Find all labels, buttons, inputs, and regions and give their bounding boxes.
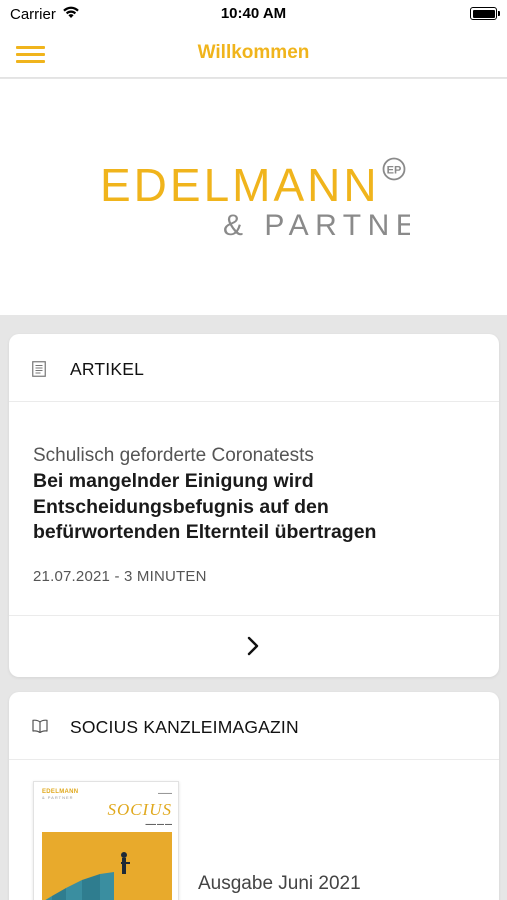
svg-text:EDELMANN: EDELMANN <box>100 159 380 211</box>
magazine-card-header: SOCIUS KANZLEIMAGAZIN <box>9 692 499 760</box>
status-bar: Carrier 10:40 AM <box>0 0 507 30</box>
navigation-bar: Willkommen <box>0 30 507 78</box>
chevron-right-icon[interactable] <box>246 636 260 656</box>
svg-text:EP: EP <box>387 165 402 177</box>
open-book-icon <box>32 719 48 733</box>
article-headline[interactable]: Bei mangelnder Einigung wird Entscheidun… <box>33 469 473 546</box>
article-list-icon <box>32 361 46 377</box>
magazine-cover[interactable]: EDELMANN & PARTNER ▬▬▬▬ SOCIUS ▬▬▬ ▬▬ ▬▬ <box>33 781 179 900</box>
cover-subtitle: ▬▬▬ ▬▬ ▬▬ <box>145 822 172 826</box>
cover-topline: ▬▬▬▬ <box>158 791 172 795</box>
article-meta: 21.07.2021 - 3 MINUTEN <box>33 568 207 585</box>
clock: 10:40 AM <box>220 5 287 22</box>
magazine-card: SOCIUS KANZLEIMAGAZIN EDELMANN & PARTNER… <box>9 692 499 900</box>
cover-brand-sub: & PARTNER <box>42 795 74 800</box>
cover-illustration <box>42 832 172 900</box>
magazine-issue-label[interactable]: Ausgabe Juni 2021 <box>198 873 361 895</box>
battery-icon <box>470 7 500 20</box>
articles-card-header: ARTIKEL <box>9 334 499 402</box>
magazine-card-title: SOCIUS KANZLEIMAGAZIN <box>70 717 299 737</box>
articles-card: ARTIKEL Schulisch geforderte Coronatests… <box>9 334 499 677</box>
article-kicker[interactable]: Schulisch geforderte Coronatests <box>33 445 314 467</box>
articles-card-title: ARTIKEL <box>70 359 145 379</box>
page-title: Willkommen <box>197 42 310 63</box>
logo-banner: EDELMANN & PARTNER EP <box>0 79 507 315</box>
edelmann-partner-logo: EDELMANN & PARTNER EP <box>100 157 410 239</box>
svg-text:& PARTNER: & PARTNER <box>223 209 410 239</box>
next-article-button[interactable] <box>9 615 499 677</box>
cover-magazine-title: SOCIUS <box>107 800 172 819</box>
